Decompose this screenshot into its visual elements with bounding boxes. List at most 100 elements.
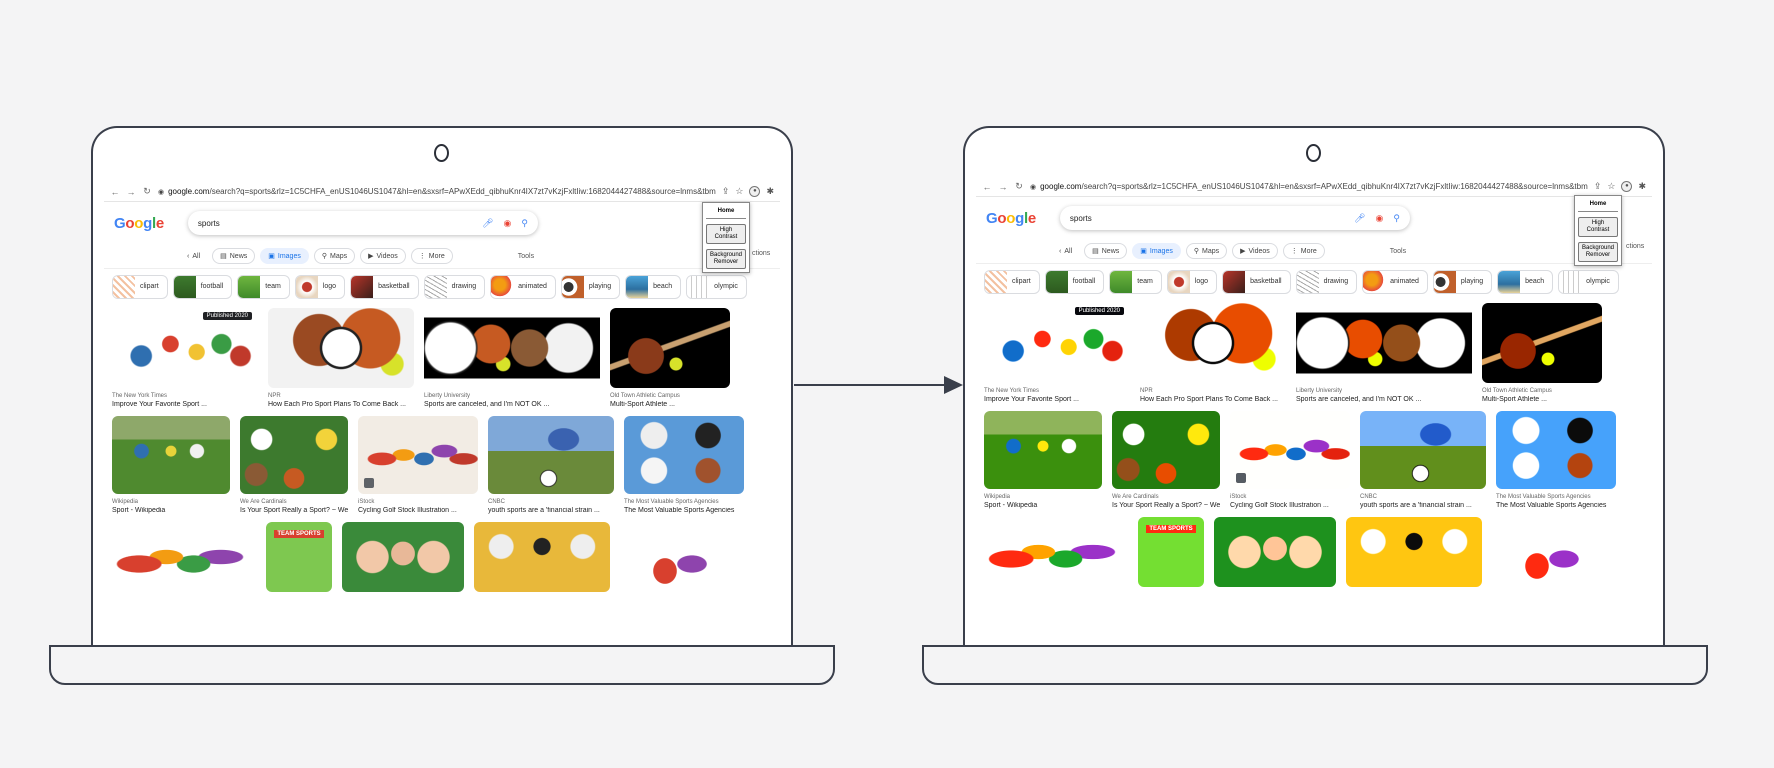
image-result-card[interactable]: Old Town Athletic Campus Multi-Sport Ath… — [1482, 303, 1602, 403]
result-title[interactable]: Is Your Sport Really a Sport? ~ We ... — [1112, 502, 1220, 509]
chip-clipart[interactable]: clipart — [984, 269, 1040, 294]
image-result-card[interactable]: Published 2020 The New York Times Improv… — [984, 303, 1130, 403]
reload-icon[interactable]: ↻ — [1014, 181, 1024, 192]
microphone-icon[interactable]: 🎤︎ — [1354, 213, 1365, 224]
tab-news[interactable]: ▤ News — [212, 248, 256, 264]
back-arrow-icon[interactable]: ← — [982, 182, 992, 192]
chip-animated[interactable]: animated — [490, 274, 556, 299]
image-result-card[interactable] — [620, 522, 710, 592]
background-remover-button[interactable]: Background Remover — [1578, 242, 1618, 262]
result-title[interactable]: Sports are canceled, and I'm NOT OK ... — [424, 401, 600, 408]
result-title[interactable]: youth sports are a 'financial strain ... — [1360, 502, 1486, 509]
result-title[interactable]: Multi-Sport Athlete ... — [1482, 396, 1602, 403]
accessibility-extension-icon[interactable]: ● — [1621, 181, 1633, 192]
image-result-card[interactable]: The Most Valuable Sports Agencies The Mo… — [1496, 411, 1616, 509]
image-result-card[interactable]: Wikipedia Sport - Wikipedia — [984, 411, 1102, 509]
image-result-card[interactable] — [984, 517, 1120, 587]
tools-button[interactable]: Tools — [1390, 248, 1406, 255]
tab-all[interactable]: ‹ All — [180, 249, 208, 263]
search-input[interactable]: sports 🎤︎ ◉ ⚲ — [1060, 206, 1410, 230]
result-title[interactable]: Multi-Sport Athlete ... — [610, 401, 730, 408]
tab-images[interactable]: ▣ Images — [1132, 243, 1181, 259]
chip-playing[interactable]: playing — [560, 274, 621, 299]
result-title[interactable]: How Each Pro Sport Plans To Come Back ..… — [1140, 396, 1286, 403]
tab-videos[interactable]: ▶ Videos — [360, 248, 406, 264]
image-result-card[interactable]: TEAM SPORTS — [1138, 517, 1204, 587]
forward-arrow-icon[interactable]: → — [126, 187, 136, 197]
tab-more[interactable]: ⋮ More — [1282, 243, 1325, 259]
share-icon[interactable]: ⇪ — [722, 186, 730, 197]
tab-maps[interactable]: ⚲ Maps — [313, 248, 356, 264]
result-title[interactable]: Cycling Golf Stock Illustration ... — [1230, 502, 1350, 509]
result-title[interactable]: How Each Pro Sport Plans To Come Back ..… — [268, 401, 414, 408]
high-contrast-button[interactable]: High Contrast — [1578, 217, 1618, 237]
tab-all[interactable]: ‹ All — [1052, 244, 1080, 258]
chip-playing[interactable]: playing — [1432, 269, 1493, 294]
image-result-card[interactable]: Old Town Athletic Campus Multi-Sport Ath… — [610, 308, 730, 408]
result-title[interactable]: Sports are canceled, and I'm NOT OK ... — [1296, 396, 1472, 403]
bookmark-star-icon[interactable]: ☆ — [1607, 181, 1615, 192]
tab-news[interactable]: ▤ News — [1084, 243, 1128, 259]
chip-beach[interactable]: beach — [1497, 269, 1554, 294]
bookmark-star-icon[interactable]: ☆ — [735, 186, 743, 197]
camera-lens-icon[interactable]: ◉ — [503, 218, 511, 229]
search-input[interactable]: sports 🎤︎ ◉ ⚲ — [188, 211, 538, 235]
reload-icon[interactable]: ↻ — [142, 186, 152, 197]
chip-drawing[interactable]: drawing — [423, 274, 486, 299]
forward-arrow-icon[interactable]: → — [998, 182, 1008, 192]
result-title[interactable]: Sport - Wikipedia — [984, 502, 1102, 509]
chip-olympic[interactable]: olympic — [686, 274, 747, 299]
image-result-card[interactable]: CNBC youth sports are a 'financial strai… — [1360, 411, 1486, 509]
result-title[interactable]: Improve Your Favorite Sport ... — [984, 396, 1130, 403]
share-icon[interactable]: ⇪ — [1594, 181, 1602, 192]
chip-basketball[interactable]: basketball — [350, 274, 419, 299]
popup-home-label[interactable]: Home — [1578, 199, 1618, 212]
google-logo[interactable]: Google — [986, 210, 1036, 227]
chip-beach[interactable]: beach — [625, 274, 682, 299]
popup-home-label[interactable]: Home — [706, 206, 746, 219]
extensions-puzzle-icon[interactable]: ✱ — [1638, 181, 1646, 192]
address-bar[interactable]: ◉ google.com/search?q=sports&rlz=1C5CHFA… — [158, 187, 716, 196]
image-result-card[interactable]: TEAM SPORTS — [266, 522, 332, 592]
chip-logo[interactable]: logo — [294, 274, 346, 299]
result-title[interactable]: Improve Your Favorite Sport ... — [112, 401, 258, 408]
tab-maps[interactable]: ⚲ Maps — [1185, 243, 1228, 259]
tab-videos[interactable]: ▶ Videos — [1232, 243, 1278, 259]
image-result-card[interactable] — [342, 522, 464, 592]
result-title[interactable]: Sport - Wikipedia — [112, 507, 230, 514]
tab-images[interactable]: ▣ Images — [260, 248, 309, 264]
microphone-icon[interactable]: 🎤︎ — [482, 218, 493, 229]
tools-button[interactable]: Tools — [518, 253, 534, 260]
search-icon[interactable]: ⚲ — [521, 218, 528, 229]
image-result-card[interactable]: Wikipedia Sport - Wikipedia — [112, 416, 230, 514]
image-result-card[interactable]: Liberty University Sports are canceled, … — [1296, 303, 1472, 403]
result-title[interactable]: Cycling Golf Stock Illustration ... — [358, 507, 478, 514]
search-icon[interactable]: ⚲ — [1393, 213, 1400, 224]
image-result-card[interactable]: NPR How Each Pro Sport Plans To Come Bac… — [1140, 303, 1286, 403]
camera-lens-icon[interactable]: ◉ — [1375, 213, 1383, 224]
address-bar[interactable]: ◉ google.com/search?q=sports&rlz=1C5CHFA… — [1030, 182, 1588, 191]
tab-more[interactable]: ⋮ More — [410, 248, 453, 264]
chip-clipart[interactable]: clipart — [112, 274, 168, 299]
chip-animated[interactable]: animated — [1362, 269, 1428, 294]
image-result-card[interactable] — [474, 522, 610, 592]
chip-olympic[interactable]: olympic — [1558, 269, 1619, 294]
chip-logo[interactable]: logo — [1166, 269, 1218, 294]
image-result-card[interactable]: Liberty University Sports are canceled, … — [424, 308, 600, 408]
image-result-card[interactable] — [1346, 517, 1482, 587]
back-arrow-icon[interactable]: ← — [110, 187, 120, 197]
result-title[interactable]: The Most Valuable Sports Agencies — [624, 507, 744, 514]
result-title[interactable]: Is Your Sport Really a Sport? ~ We ... — [240, 507, 348, 514]
image-result-card[interactable]: Published 2020 The New York Times Improv… — [112, 308, 258, 408]
chip-football[interactable]: football — [1044, 269, 1105, 294]
chip-drawing[interactable]: drawing — [1295, 269, 1358, 294]
high-contrast-button[interactable]: High Contrast — [706, 224, 746, 244]
image-result-card[interactable]: The Most Valuable Sports Agencies The Mo… — [624, 416, 744, 514]
image-result-card[interactable]: CNBC youth sports are a 'financial strai… — [488, 416, 614, 514]
image-result-card[interactable]: iStock Cycling Golf Stock Illustration .… — [1230, 411, 1350, 509]
extensions-puzzle-icon[interactable]: ✱ — [766, 186, 774, 197]
result-title[interactable]: The Most Valuable Sports Agencies — [1496, 502, 1616, 509]
google-logo[interactable]: Google — [114, 215, 164, 232]
chip-basketball[interactable]: basketball — [1222, 269, 1291, 294]
background-remover-button[interactable]: Background Remover — [706, 249, 746, 269]
